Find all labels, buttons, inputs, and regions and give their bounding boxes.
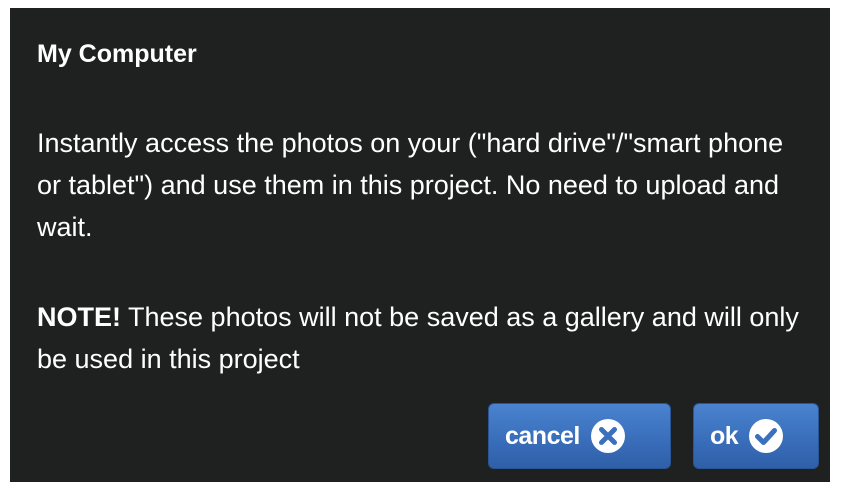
ok-button-label: ok (710, 421, 739, 450)
check-circle-icon (748, 418, 784, 454)
note-label: NOTE! (37, 302, 121, 332)
ok-button[interactable]: ok (693, 403, 819, 469)
cancel-button-label: cancel (505, 421, 580, 450)
dialog-title: My Computer (37, 40, 197, 68)
note-text: These photos will not be saved as a gall… (37, 302, 799, 374)
dialog: My Computer Instantly access the photos … (10, 8, 830, 482)
dialog-note: NOTE! These photos will not be saved as … (37, 296, 807, 380)
cancel-button[interactable]: cancel (488, 403, 671, 469)
dialog-body-text: Instantly access the photos on your ("ha… (37, 128, 784, 242)
close-circle-icon (590, 418, 626, 454)
